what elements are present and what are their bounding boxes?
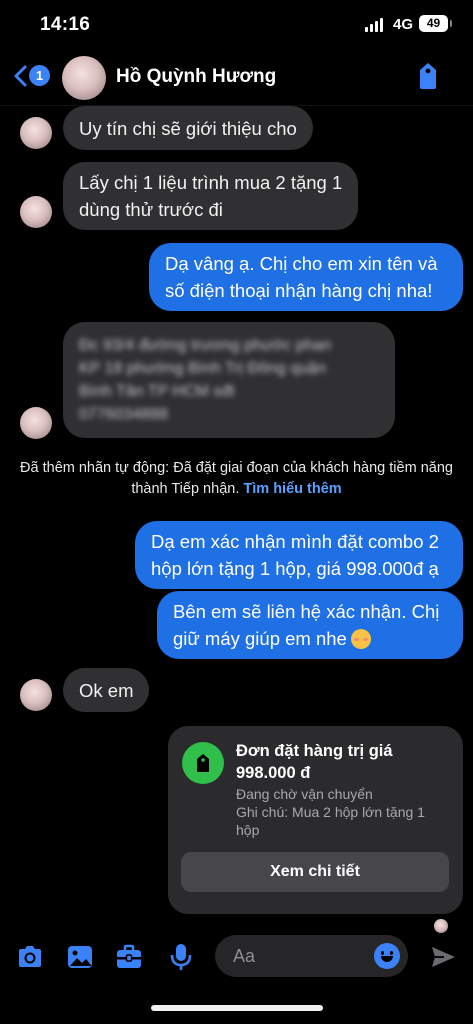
back-chevron-icon [14,65,27,87]
message-bubble-incoming[interactable]: Lấy chị 1 liệu trình mua 2 tặng 1 dùng t… [63,162,359,230]
home-indicator[interactable] [151,1005,323,1011]
learn-more-link[interactable]: Tìm hiểu thêm [243,481,341,497]
contact-avatar[interactable] [62,56,106,100]
unread-count-badge: 1 [29,65,50,86]
message-text: giữ máy giúp em nhe [173,628,347,649]
message-bubble-outgoing[interactable]: Dạ em xác nhận mình đặt combo 2 hộp lớn … [135,521,463,589]
contact-avatar-small [20,196,52,228]
system-note-text: Đã thêm nhãn tự động: Đã đặt giai đoạn c… [20,460,453,497]
status-bar: 14:16 4G 49 [0,0,473,50]
briefcase-icon[interactable] [114,942,144,972]
contact-name[interactable]: Hồ Quỳnh Hương [116,66,276,88]
message-text: Lấy chị 1 liệu trình mua 2 tặng 1 [79,172,343,193]
message-bubble-incoming[interactable]: Uy tín chị sẽ giới thiệu cho [63,106,313,150]
auto-label-system-note: Đã thêm nhãn tự động: Đã đặt giai đoạn c… [14,458,459,500]
camera-icon[interactable] [15,942,45,972]
contact-avatar-small [20,407,52,439]
order-tag-icon [182,742,224,784]
blurred-address-text: Bình Tân TP HCM sđt [79,383,235,400]
send-icon[interactable] [429,943,457,971]
message-text: Dạ em xác nhận mình đặt combo 2 [151,531,439,552]
signal-strength-icon [365,18,385,32]
emoji-icon[interactable] [374,943,400,969]
contact-avatar-small [20,679,52,711]
messenger-chat-screen: 14:16 4G 49 1 Hồ Quỳnh Hương Uy tín chị … [0,0,473,1024]
blurred-phone-text: 0776034888 [79,406,168,423]
image-icon[interactable] [65,942,95,972]
message-text: Uy tín chị sẽ giới thiệu cho [79,117,297,139]
message-line: giữ máy giúp em nhe [173,625,447,652]
contact-avatar-small [20,117,52,149]
message-bubble-outgoing[interactable]: Bên em sẽ liên hệ xác nhận. Chị giữ máy … [157,591,463,659]
view-details-button[interactable]: Xem chi tiết [181,852,449,892]
message-text: dùng thử trước đi [79,199,223,220]
message-composer [0,930,473,990]
microphone-icon[interactable] [166,942,196,972]
order-note: Ghi chú: Mua 2 hộp lớn tặng 1 hộp [236,804,425,838]
status-time: 14:16 [40,14,91,35]
message-text: Dạ vâng ạ. Chị cho em xin tên và [165,253,438,274]
blushing-emoji-icon [350,628,371,649]
message-text: Ok em [79,679,134,701]
order-title: Đơn đặt hàng trị giá 998.000 đ [236,742,393,782]
message-bubble-incoming[interactable]: Ok em [63,668,150,712]
message-text: Bên em sẽ liên hệ xác nhận. Chị [173,601,440,622]
message-bubble-incoming-blurred[interactable]: Đc 93/4 đường trương phước phan KP 18 ph… [63,322,395,438]
network-type: 4G [393,16,414,33]
tag-icon[interactable] [413,60,443,92]
blurred-address-text: Đc 93/4 đường trương phước phan [79,337,332,354]
blurred-address-text: KP 18 phường Bình Trị Đông quận [79,360,326,377]
chat-header: 1 Hồ Quỳnh Hương [0,50,473,106]
back-button[interactable]: 1 [12,60,54,92]
order-status: Đang chờ vận chuyển [236,786,373,802]
message-bubble-outgoing[interactable]: Dạ vâng ạ. Chị cho em xin tên và số điện… [149,243,463,311]
message-text: số điện thoại nhận hàng chị nha! [165,280,433,301]
battery-icon: 49 [419,15,452,32]
order-card: Đơn đặt hàng trị giá 998.000 đ Đang chờ … [168,726,463,914]
message-text: hộp lớn tặng 1 hộp, giá 998.000đ ạ [151,558,439,579]
